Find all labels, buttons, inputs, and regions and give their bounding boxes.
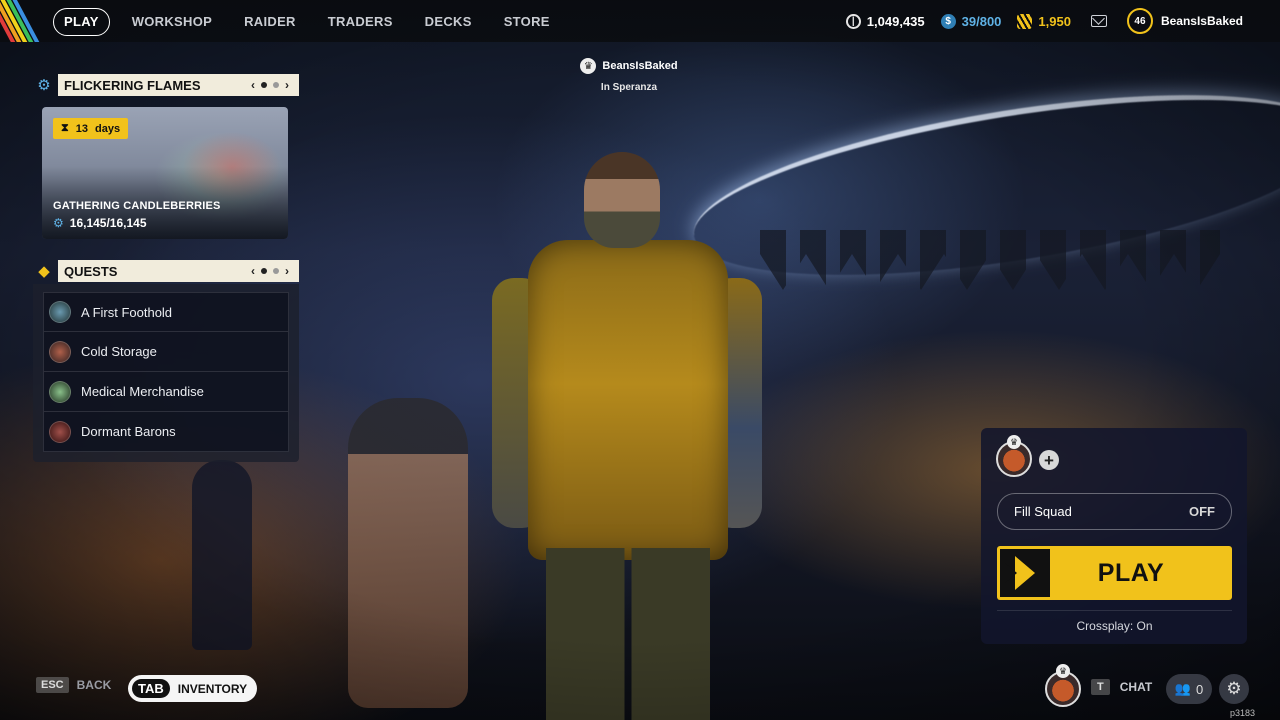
quests-header-title: QUESTS — [64, 263, 118, 279]
currency-bar: | 1,049,435 $ 39/800 1,950 46 BeansIsBak… — [845, 0, 1280, 42]
crossplay-status: Crossplay: On — [997, 610, 1232, 633]
crown-icon: ♛ — [1007, 435, 1021, 449]
nav-tab-play[interactable]: PLAY — [53, 8, 110, 36]
event-panel-header: ⚙ FLICKERING FLAMES ‹ › — [33, 74, 299, 96]
tab-key: TAB — [132, 679, 170, 698]
quest-title: Dormant Barons — [81, 424, 176, 439]
quest-item[interactable]: Cold Storage — [43, 332, 289, 372]
settings-gear-icon[interactable]: ⚙ — [1219, 674, 1249, 704]
profile-button[interactable]: 46 BeansIsBaked — [1126, 8, 1243, 34]
chevron-left-icon[interactable]: ‹ — [251, 78, 255, 92]
nav-tab-decks[interactable]: DECKS — [409, 9, 488, 35]
crown-icon: ♛ — [1056, 664, 1070, 678]
tokens-balance: 1,950 — [1017, 13, 1071, 29]
quests-pager: ‹ › — [251, 260, 289, 282]
quest-giver-icon — [49, 340, 71, 363]
quests-panel-header: ◆ QUESTS ‹ › — [33, 260, 299, 282]
back-button[interactable]: ESC BACK — [36, 677, 111, 693]
profile-name: BeansIsBaked — [1160, 14, 1243, 28]
nav-tab-traders[interactable]: TRADERS — [312, 9, 409, 35]
top-navigation-bar: PLAY WORKSHOP RAIDER TRADERS DECKS STORE… — [0, 0, 1280, 42]
add-squad-member-button[interactable]: + — [1039, 450, 1059, 470]
pager-dot — [261, 268, 267, 274]
timer-value: 13 — [75, 122, 88, 135]
credit-icon: $ — [940, 13, 956, 29]
timer-unit: days — [94, 122, 121, 135]
tokens-value: 1,950 — [1038, 13, 1071, 29]
fill-squad-value: OFF — [1189, 504, 1215, 519]
esc-key: ESC — [36, 677, 69, 693]
friends-button[interactable]: 👥 0 — [1166, 674, 1212, 704]
coin-icon: | — [845, 13, 861, 29]
player-level-badge: 46 — [1126, 8, 1153, 34]
credits-value: 39/800 — [961, 13, 1002, 29]
friends-icon: 👥 — [1174, 681, 1191, 696]
quest-item[interactable]: A First Foothold — [43, 292, 289, 332]
build-version: p3183 — [1230, 708, 1256, 718]
event-progress-value: 16,145/16,145 — [69, 216, 147, 230]
quest-title: Medical Merchandise — [81, 384, 204, 399]
fill-squad-toggle[interactable]: Fill Squad OFF — [997, 493, 1232, 530]
inventory-button[interactable]: TAB INVENTORY — [128, 675, 258, 702]
player-name-tag: ♛ BeansIsBaked In Speranza — [574, 58, 684, 93]
event-title: GATHERING CANDLEBERRIES — [53, 200, 221, 212]
chevron-right-icon[interactable]: › — [285, 264, 289, 278]
quest-diamond-icon: ◆ — [38, 263, 50, 280]
mail-icon[interactable] — [1090, 15, 1107, 27]
chat-label: CHAT — [1119, 680, 1153, 694]
nav-tab-raider[interactable]: RAIDER — [228, 9, 312, 35]
hourglass-icon: ⧗ — [61, 122, 69, 134]
crown-icon: ♛ — [580, 58, 597, 74]
chevron-right-icon[interactable]: › — [285, 78, 289, 92]
play-button[interactable]: PLAY — [997, 546, 1232, 600]
chat-button[interactable]: T CHAT — [1091, 679, 1152, 695]
event-pager: ‹ › — [251, 74, 289, 96]
squad-panel: ♛ + Fill Squad OFF PLAY Crossplay: On — [981, 428, 1247, 644]
quest-giver-icon — [49, 420, 71, 443]
token-icon — [1017, 13, 1033, 29]
player-location: In Speranza — [600, 82, 658, 93]
quest-item[interactable]: Medical Merchandise — [43, 372, 289, 412]
chat-key: T — [1091, 679, 1110, 695]
rainbow-stripes-logo — [0, 0, 46, 42]
coins-balance: | 1,049,435 — [845, 13, 925, 29]
event-timer-badge: ⧗ 13 days — [53, 118, 129, 139]
nav-tab-store[interactable]: STORE — [488, 9, 566, 35]
event-progress: ⚙ 16,145/16,145 — [53, 216, 147, 230]
nav-tab-workshop[interactable]: WORKSHOP — [116, 9, 228, 35]
player-tag-name: BeansIsBaked — [602, 60, 678, 72]
quest-giver-icon — [49, 380, 71, 403]
chevron-left-icon[interactable]: ‹ — [251, 264, 255, 278]
gear-icon: ⚙ — [37, 77, 51, 94]
gear-icon: ⚙ — [53, 216, 64, 230]
friends-count: 0 — [1195, 681, 1204, 697]
back-label: BACK — [76, 678, 112, 692]
main-nav: PLAY WORKSHOP RAIDER TRADERS DECKS STORE — [53, 8, 566, 36]
event-card[interactable]: ⧗ 13 days GATHERING CANDLEBERRIES ⚙ 16,1… — [42, 107, 288, 239]
fill-squad-label: Fill Squad — [1014, 504, 1072, 519]
pager-dot — [273, 268, 279, 274]
quests-list: A First Foothold Cold Storage Medical Me… — [33, 284, 299, 462]
inventory-label: INVENTORY — [177, 681, 248, 696]
quest-title: A First Foothold — [81, 304, 173, 320]
play-button-label: PLAY — [1097, 558, 1165, 587]
coins-value: 1,049,435 — [866, 13, 925, 29]
event-header-title: FLICKERING FLAMES — [64, 77, 201, 93]
play-chevron-icon — [1000, 549, 1050, 597]
pager-dot — [261, 82, 267, 88]
quest-title: Cold Storage — [81, 344, 157, 359]
credits-balance: $ 39/800 — [940, 13, 1002, 29]
pager-dot — [273, 82, 279, 88]
quest-item[interactable]: Dormant Barons — [43, 412, 289, 452]
quest-giver-icon — [49, 301, 71, 323]
